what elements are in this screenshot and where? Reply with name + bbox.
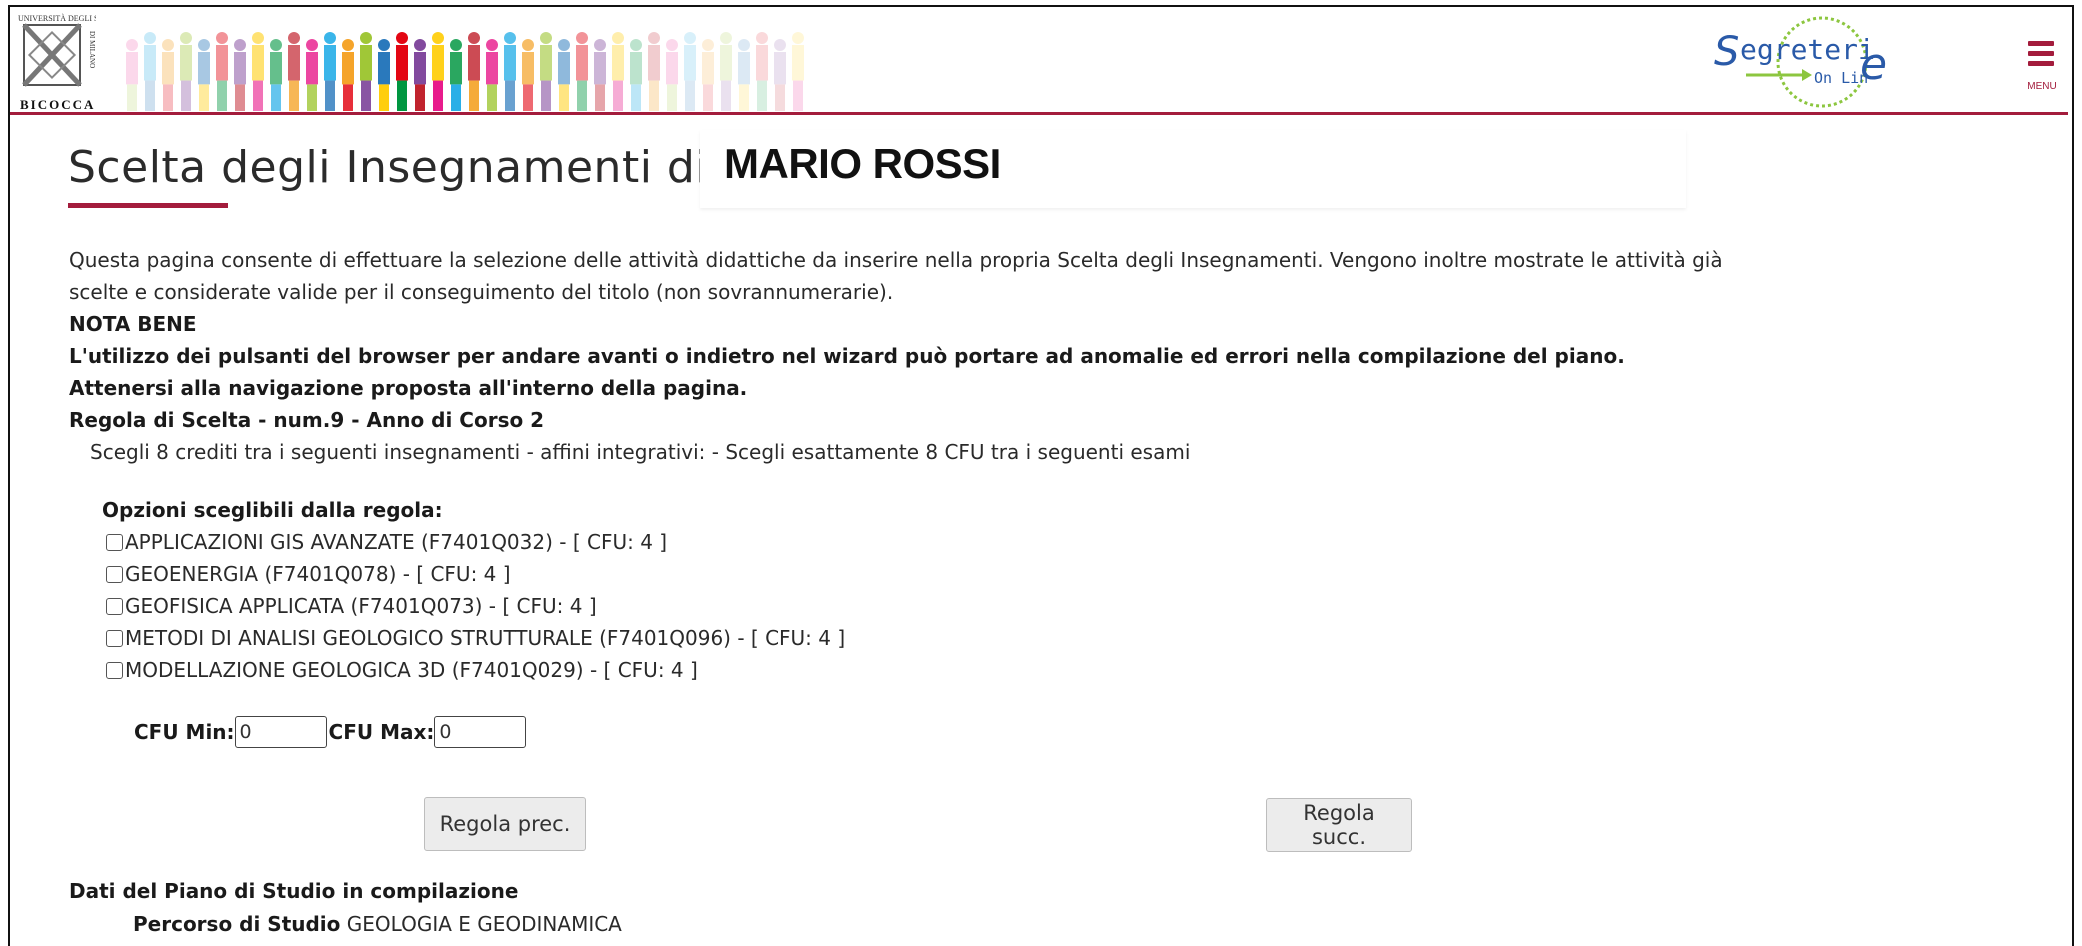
option-label: APPLICAZIONI GIS AVANZATE (F7401Q032) - … bbox=[125, 530, 668, 554]
cfu-range: CFU Min: CFU Max: bbox=[134, 716, 528, 748]
rule-heading: Regola di Scelta - num.9 - Anno di Corso… bbox=[69, 408, 545, 432]
rule-options: Opzioni sceglibili dalla regola: APPLICA… bbox=[102, 494, 845, 686]
note-text: L'utilizzo dei pulsanti del browser per … bbox=[69, 344, 1625, 400]
study-path-row: Percorso di Studio GEOLOGIA E GEODINAMIC… bbox=[133, 912, 622, 936]
menu-icon-bar bbox=[2028, 51, 2054, 56]
study-path-label: Percorso di Studio bbox=[133, 912, 341, 936]
option-row[interactable]: GEOFISICA APPLICATA (F7401Q073) - [ CFU:… bbox=[106, 590, 845, 622]
header-divider bbox=[10, 112, 2068, 115]
svg-text:S: S bbox=[1714, 29, 1739, 75]
option-checkbox[interactable] bbox=[106, 565, 123, 583]
cfu-max-field[interactable] bbox=[434, 716, 527, 748]
option-label: MODELLAZIONE GEOLOGICA 3D (F7401Q029) - … bbox=[125, 658, 698, 682]
svg-text:UNIVERSITÀ DEGLI STUDI: UNIVERSITÀ DEGLI STUDI bbox=[18, 13, 96, 23]
next-rule-button[interactable]: Regola succ. bbox=[1266, 798, 1412, 852]
rule-description: Scegli 8 crediti tra i seguenti insegnam… bbox=[90, 440, 1191, 464]
main-content: Questa pagina consente di effettuare la … bbox=[69, 244, 1729, 468]
option-checkbox[interactable] bbox=[106, 629, 123, 647]
menu-icon bbox=[2028, 41, 2054, 46]
previous-rule-button[interactable]: Regola prec. bbox=[424, 797, 586, 851]
option-row[interactable]: MODELLAZIONE GEOLOGICA 3D (F7401Q029) - … bbox=[106, 654, 845, 686]
menu-label: MENU bbox=[2027, 81, 2057, 92]
student-name: MARIO ROSSI bbox=[724, 140, 1001, 187]
university-logo-text: BICOCCA bbox=[20, 97, 96, 112]
option-row[interactable]: METODI DI ANALISI GEOLOGICO STRUTTURALE … bbox=[106, 622, 845, 654]
intro-description: Questa pagina consente di effettuare la … bbox=[69, 248, 1723, 304]
option-label: GEOFISICA APPLICATA (F7401Q073) - [ CFU:… bbox=[125, 594, 597, 618]
option-checkbox[interactable] bbox=[106, 597, 123, 615]
option-label: METODI DI ANALISI GEOLOGICO STRUTTURALE … bbox=[125, 626, 846, 650]
option-row[interactable]: APPLICAZIONI GIS AVANZATE (F7401Q032) - … bbox=[106, 526, 845, 558]
university-logo[interactable]: UNIVERSITÀ DEGLI STUDI DI MILANO BICOCCA bbox=[14, 11, 118, 112]
option-row[interactable]: GEOENERGIA (F7401Q078) - [ CFU: 4 ] bbox=[106, 558, 845, 590]
student-name-box: MARIO ROSSI bbox=[700, 130, 1686, 208]
plan-title: Dati del Piano di Studio in compilazione bbox=[69, 879, 519, 903]
options-title: Opzioni sceglibili dalla regola: bbox=[102, 498, 443, 522]
page-title: Scelta degli Insegnamenti di: bbox=[68, 142, 724, 193]
study-path-value: GEOLOGIA E GEODINAMICA bbox=[346, 912, 622, 936]
people-banner bbox=[122, 15, 812, 111]
option-label: GEOENERGIA (F7401Q078) - [ CFU: 4 ] bbox=[125, 562, 511, 586]
cfu-max-label: CFU Max: bbox=[328, 720, 435, 744]
cfu-min-field[interactable] bbox=[234, 716, 327, 748]
segreterie-online-logo[interactable]: S egreteri e On Lin bbox=[1710, 13, 1910, 111]
menu-icon-bar bbox=[2028, 61, 2054, 66]
option-checkbox[interactable] bbox=[106, 661, 123, 679]
menu-button[interactable]: MENU bbox=[2020, 37, 2064, 101]
note-heading: NOTA BENE bbox=[69, 312, 197, 336]
cfu-min-label: CFU Min: bbox=[134, 720, 235, 744]
svg-text:On Lin: On Lin bbox=[1814, 69, 1868, 87]
option-checkbox[interactable] bbox=[106, 533, 123, 551]
svg-text:egreteri: egreteri bbox=[1740, 33, 1875, 66]
site-header: UNIVERSITÀ DEGLI STUDI DI MILANO BICOCCA… bbox=[10, 7, 2068, 114]
svg-text:DI MILANO: DI MILANO bbox=[88, 31, 96, 68]
title-underline bbox=[68, 203, 228, 208]
